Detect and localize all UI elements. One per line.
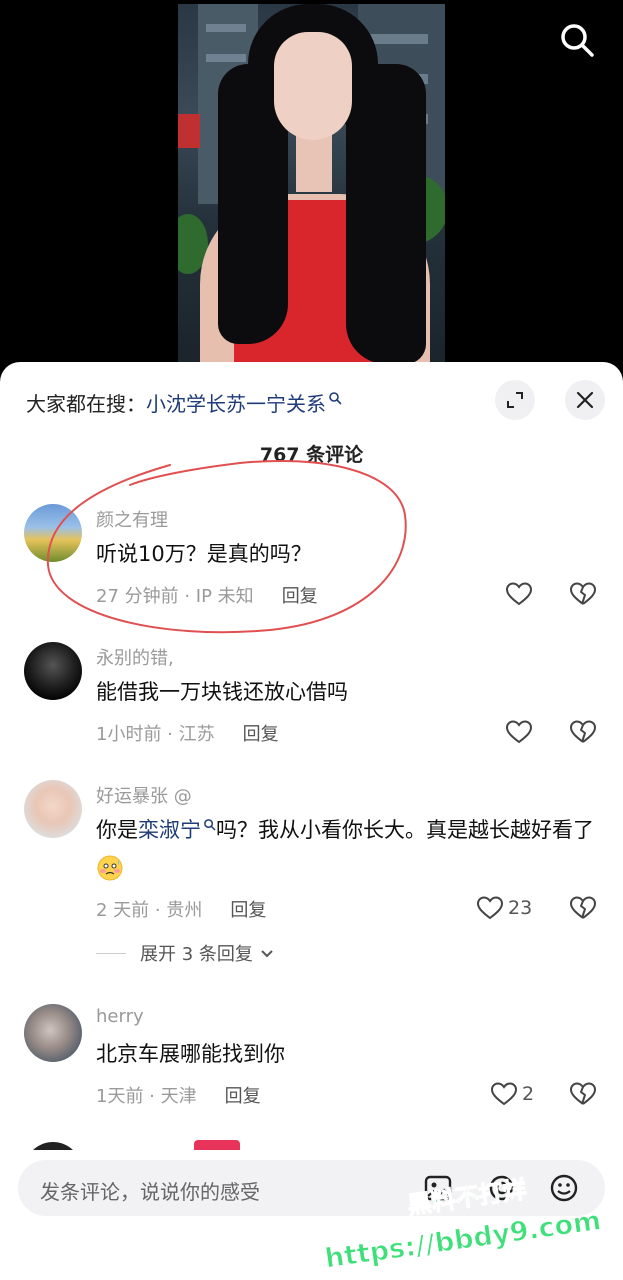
reply-button[interactable]: 回复 [282, 582, 318, 608]
image-icon[interactable] [422, 1172, 454, 1204]
avatar[interactable] [24, 780, 82, 838]
search-icon[interactable] [557, 20, 597, 60]
comment-text: 你是栾淑宁 吗？我从小看你长大。真是越长越好看了 [96, 811, 596, 889]
heart-icon [505, 720, 533, 744]
hot-search-prefix: 大家都在搜： [26, 391, 146, 416]
comment-text-start: 你是 [96, 818, 138, 842]
comment-text: 听说10万？是真的吗？ [96, 542, 312, 566]
hot-search-row: 大家都在搜： 小沈学长苏一宁关系 [26, 384, 342, 420]
comment-time: 1小时前 · 江苏 [96, 724, 215, 745]
comment-count: 767 条评论 [259, 444, 364, 466]
comment-meta: 27 分钟前 · IP 未知 回复 [96, 582, 318, 608]
comment-author[interactable]: 永别的错, [96, 644, 174, 670]
comment-author[interactable]: 好运暴张 @ [96, 782, 192, 808]
broken-heart-icon[interactable] [569, 1080, 597, 1108]
reply-button[interactable]: 回复 [225, 1082, 261, 1108]
divider-line [96, 952, 126, 954]
reply-button[interactable]: 回复 [230, 896, 266, 922]
comment-time: 1天前 · 天津 [96, 1086, 197, 1107]
comment-input[interactable]: 发条评论，说说你的感受 [18, 1160, 605, 1216]
avatar[interactable] [24, 642, 82, 700]
comment-input-placeholder: 发条评论，说说你的感受 [40, 1180, 260, 1204]
reply-button[interactable]: 回复 [243, 720, 279, 746]
like-count: 2 [522, 1083, 535, 1105]
expand-replies-button[interactable]: 展开 3 条回复 [96, 940, 275, 966]
close-button[interactable] [565, 380, 605, 420]
heart-icon [476, 896, 504, 920]
like-count: 23 [508, 897, 533, 919]
expand-replies-label: 展开 3 条回复 [140, 944, 253, 965]
comment-time: 27 分钟前 · IP 未知 [96, 586, 254, 607]
avatar[interactable] [24, 504, 82, 562]
expand-button[interactable] [495, 380, 535, 420]
comment-text-end: 吗？我从小看你长大。真是越长越好看了 [216, 818, 594, 842]
comment-author[interactable]: herry [96, 1006, 144, 1027]
video-player[interactable] [0, 0, 623, 370]
like-button[interactable]: 23 [476, 894, 532, 922]
comment-author[interactable]: 颜之有理 [96, 506, 168, 532]
comment-text: 能借我一万块钱还放心借吗 [96, 680, 348, 704]
expand-icon [507, 392, 523, 408]
like-button[interactable] [505, 580, 537, 608]
broken-heart-icon[interactable] [569, 580, 597, 608]
at-icon[interactable] [486, 1172, 518, 1204]
comment-meta: 1天前 · 天津 回复 [96, 1082, 261, 1108]
comment-meta: 1小时前 · 江苏 回复 [96, 720, 279, 746]
comment-text: 北京车展哪能找到你 [96, 1042, 285, 1066]
heart-icon [490, 1082, 518, 1106]
mention-link[interactable]: 栾淑宁 [138, 818, 201, 842]
broken-heart-icon[interactable] [569, 894, 597, 922]
broken-heart-icon[interactable] [569, 718, 597, 746]
like-button[interactable] [505, 718, 537, 746]
shy-emoji-icon [97, 855, 123, 881]
avatar[interactable] [24, 1004, 82, 1062]
search-icon [204, 819, 216, 831]
video-thumbnail [178, 4, 445, 370]
comment-sheet: 大家都在搜： 小沈学长苏一宁关系 767 条评论 颜之有理 听说10万？是真的吗… [0, 362, 623, 1280]
hot-search-link[interactable]: 小沈学长苏一宁关系 [146, 388, 326, 417]
emoji-icon[interactable] [548, 1172, 580, 1204]
heart-icon [505, 582, 533, 606]
comment-meta: 2 天前 · 贵州 回复 [96, 896, 266, 922]
close-icon [576, 391, 594, 409]
comment-time: 2 天前 · 贵州 [96, 900, 203, 921]
chevron-down-icon [261, 950, 273, 958]
search-icon [329, 392, 342, 405]
like-button[interactable]: 2 [490, 1080, 534, 1108]
